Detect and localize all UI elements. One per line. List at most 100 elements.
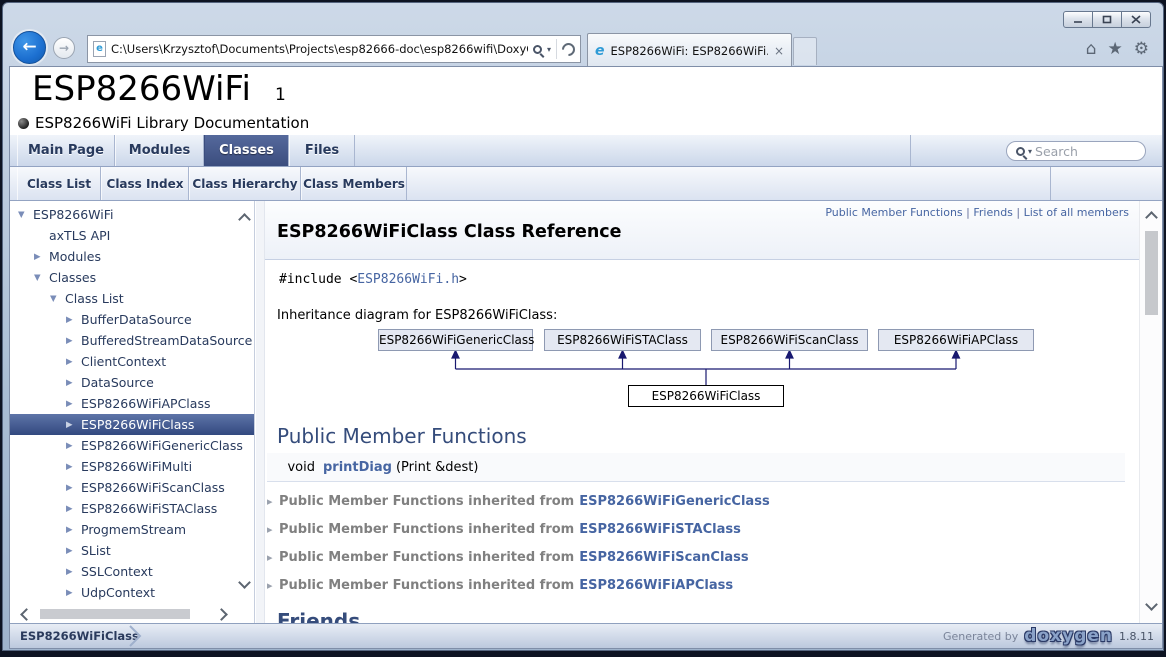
tree-expanded-icon[interactable]: ▼ bbox=[18, 210, 33, 220]
sidebar-item-datasource[interactable]: ▶DataSource bbox=[10, 372, 254, 393]
tree-scroll-right-icon[interactable] bbox=[215, 608, 228, 621]
breadcrumb[interactable]: ESP8266WiFiClass bbox=[20, 629, 139, 643]
search-options-caret-icon[interactable]: ▾ bbox=[1028, 147, 1032, 156]
sidebar-item-esp8266wifigenericclass[interactable]: ▶ESP8266WiFiGenericClass bbox=[10, 435, 254, 456]
tree-collapsed-icon[interactable]: ▶ bbox=[66, 378, 81, 388]
doc-content: Public Member Functions | Friends | List… bbox=[265, 201, 1139, 623]
sidebar-item-bufferdatasource[interactable]: ▶BufferDataSource bbox=[10, 309, 254, 330]
browser-tab[interactable]: e ESP8266WiFi: ESP8266WiFi... × bbox=[587, 33, 792, 67]
member-name-link[interactable]: printDiag bbox=[323, 460, 392, 475]
header-title-strip: Public Member Functions | Friends | List… bbox=[265, 201, 1139, 260]
back-button[interactable]: ← bbox=[13, 31, 46, 64]
inherited-section-esp8266wifistaclass[interactable]: ▸Public Member Functions inherited fromE… bbox=[267, 515, 1125, 543]
sidebar-item-classes[interactable]: ▼Classes bbox=[10, 267, 254, 288]
sidebar-item-esp8266wifimulti[interactable]: ▶ESP8266WiFiMulti bbox=[10, 456, 254, 477]
search-input[interactable] bbox=[1035, 144, 1136, 159]
sidebar-item-clientcontext[interactable]: ▶ClientContext bbox=[10, 351, 254, 372]
inherited-class-link[interactable]: ESP8266WiFiSTAClass bbox=[579, 522, 741, 537]
sidebar-item-esp8266wifiscanclass[interactable]: ▶ESP8266WiFiScanClass bbox=[10, 477, 254, 498]
tree-collapsed-icon[interactable]: ▶ bbox=[66, 441, 81, 451]
tree-collapsed-icon[interactable]: ▶ bbox=[66, 399, 81, 409]
tab-modules[interactable]: Modules bbox=[115, 135, 204, 166]
sidebar-item-bufferedstreamdatasource[interactable]: ▶BufferedStreamDataSource bbox=[10, 330, 254, 351]
subtab-class-list[interactable]: Class List bbox=[17, 167, 101, 200]
doxygen-logo[interactable]: doxygen bbox=[1024, 626, 1113, 646]
tree-collapsed-icon[interactable]: ▶ bbox=[66, 336, 81, 346]
settings-gear-icon[interactable]: ⚙ bbox=[1134, 37, 1149, 61]
tree-content-splitter[interactable] bbox=[256, 201, 265, 623]
address-search-icon[interactable] bbox=[533, 45, 542, 54]
inherited-section-esp8266wifiapclass[interactable]: ▸Public Member Functions inherited fromE… bbox=[267, 571, 1125, 599]
tree-collapsed-icon[interactable]: ▶ bbox=[66, 483, 81, 493]
maximize-button[interactable] bbox=[1092, 11, 1122, 28]
sidebar-item-axtls-api[interactable]: axTLS API bbox=[10, 225, 254, 246]
new-tab-button[interactable] bbox=[793, 37, 817, 65]
tree-scroll-left-icon[interactable] bbox=[20, 608, 33, 621]
subtab-class-hierarchy[interactable]: Class Hierarchy bbox=[189, 167, 301, 200]
sidebar-item-esp8266wifistaclass[interactable]: ▶ESP8266WiFiSTAClass bbox=[10, 498, 254, 519]
summary-separator: | bbox=[1013, 206, 1024, 219]
tree-collapsed-icon[interactable]: ▶ bbox=[66, 546, 81, 556]
tree-collapsed-icon[interactable]: ▶ bbox=[66, 462, 81, 472]
content-scroll-up-icon[interactable] bbox=[1145, 211, 1158, 224]
close-button[interactable] bbox=[1121, 11, 1151, 28]
search-caret-icon[interactable]: ▾ bbox=[547, 45, 551, 54]
favorites-star-icon[interactable]: ★ bbox=[1108, 37, 1123, 61]
summary-link-list-of-all-members[interactable]: List of all members bbox=[1024, 206, 1129, 219]
navigation-tree: ▼ESP8266WiFiaxTLS API▶Modules▼Classes▼Cl… bbox=[10, 204, 254, 603]
tree-expanded-icon[interactable]: ▼ bbox=[50, 294, 65, 304]
inherited-class-link[interactable]: ESP8266WiFiGenericClass bbox=[579, 494, 769, 509]
tree-collapsed-icon[interactable]: ▶ bbox=[66, 567, 81, 577]
sidebar-item-esp8266wifiapclass[interactable]: ▶ESP8266WiFiAPClass bbox=[10, 393, 254, 414]
sidebar-item-label: ESP8266WiFiGenericClass bbox=[81, 438, 243, 453]
diagram-box-esp8266wificlass[interactable]: ESP8266WiFiClass bbox=[628, 385, 784, 407]
tab-main-page[interactable]: Main Page bbox=[17, 135, 115, 166]
tab-close-icon[interactable]: × bbox=[774, 44, 784, 58]
tree-collapsed-icon[interactable]: ▶ bbox=[66, 588, 81, 598]
tree-horizontal-scrollbar[interactable] bbox=[10, 605, 254, 623]
inherited-section-esp8266wifigenericclass[interactable]: ▸Public Member Functions inherited fromE… bbox=[267, 487, 1125, 515]
tree-hscroll-thumb[interactable] bbox=[40, 609, 190, 619]
sidebar-item-esp8266wificlass[interactable]: ▶ESP8266WiFiClass bbox=[10, 414, 254, 435]
summary-link-friends[interactable]: Friends bbox=[973, 206, 1013, 219]
tree-collapsed-icon[interactable]: ▶ bbox=[66, 504, 81, 514]
sidebar-item-udpcontext[interactable]: ▶UdpContext bbox=[10, 582, 254, 603]
generated-by: Generated by doxygen 1.8.11 bbox=[943, 626, 1154, 646]
content-scrollbar[interactable] bbox=[1139, 201, 1162, 623]
content-scroll-down-icon[interactable] bbox=[1145, 598, 1158, 611]
tree-expanded-icon[interactable]: ▼ bbox=[34, 273, 49, 283]
inherited-section-esp8266wifiscanclass[interactable]: ▸Public Member Functions inherited fromE… bbox=[267, 543, 1125, 571]
diagram-box-esp8266wifiapclass[interactable]: ESP8266WiFiAPClass bbox=[878, 329, 1034, 351]
url-input[interactable] bbox=[111, 42, 528, 56]
inherited-class-link[interactable]: ESP8266WiFiAPClass bbox=[579, 578, 733, 593]
tab-classes[interactable]: Classes bbox=[204, 135, 289, 166]
minimize-button[interactable] bbox=[1063, 11, 1093, 28]
sidebar-item-progmemstream[interactable]: ▶ProgmemStream bbox=[10, 519, 254, 540]
forward-button[interactable]: → bbox=[53, 37, 75, 59]
tree-collapsed-icon[interactable]: ▶ bbox=[66, 420, 81, 430]
include-file-link[interactable]: ESP8266WiFi.h bbox=[357, 272, 459, 287]
sidebar-item-modules[interactable]: ▶Modules bbox=[10, 246, 254, 267]
sidebar-item-esp8266wifi[interactable]: ▼ESP8266WiFi bbox=[10, 204, 254, 225]
tree-collapsed-icon[interactable]: ▶ bbox=[66, 357, 81, 367]
summary-link-public-member-functions[interactable]: Public Member Functions bbox=[825, 206, 962, 219]
address-bar[interactable]: e ▾ bbox=[87, 35, 581, 63]
tree-collapsed-icon[interactable]: ▶ bbox=[66, 315, 81, 325]
home-icon[interactable]: ⌂ bbox=[1086, 37, 1097, 61]
sidebar-item-slist[interactable]: ▶SList bbox=[10, 540, 254, 561]
diagram-box-esp8266wifiscanclass[interactable]: ESP8266WiFiScanClass bbox=[711, 329, 868, 351]
inherited-class-link[interactable]: ESP8266WiFiScanClass bbox=[579, 550, 748, 565]
sidebar-item-label: ESP8266WiFi bbox=[33, 207, 114, 222]
sidebar-item-class-list[interactable]: ▼Class List bbox=[10, 288, 254, 309]
tree-collapsed-icon[interactable]: ▶ bbox=[66, 525, 81, 535]
tree-collapsed-icon[interactable]: ▶ bbox=[34, 252, 49, 262]
content-scroll-thumb[interactable] bbox=[1145, 231, 1158, 315]
search-box[interactable]: ▾ bbox=[1006, 141, 1146, 161]
sidebar-item-sslcontext[interactable]: ▶SSLContext bbox=[10, 561, 254, 582]
diagram-box-esp8266wifigenericclass[interactable]: ESP8266WiFiGenericClass bbox=[378, 329, 533, 351]
subtab-class-index[interactable]: Class Index bbox=[101, 167, 189, 200]
refresh-icon[interactable] bbox=[559, 40, 577, 58]
tab-files[interactable]: Files bbox=[289, 135, 355, 166]
diagram-box-esp8266wifistaclass[interactable]: ESP8266WiFiSTAClass bbox=[544, 329, 701, 351]
subtab-class-members[interactable]: Class Members bbox=[301, 167, 407, 200]
